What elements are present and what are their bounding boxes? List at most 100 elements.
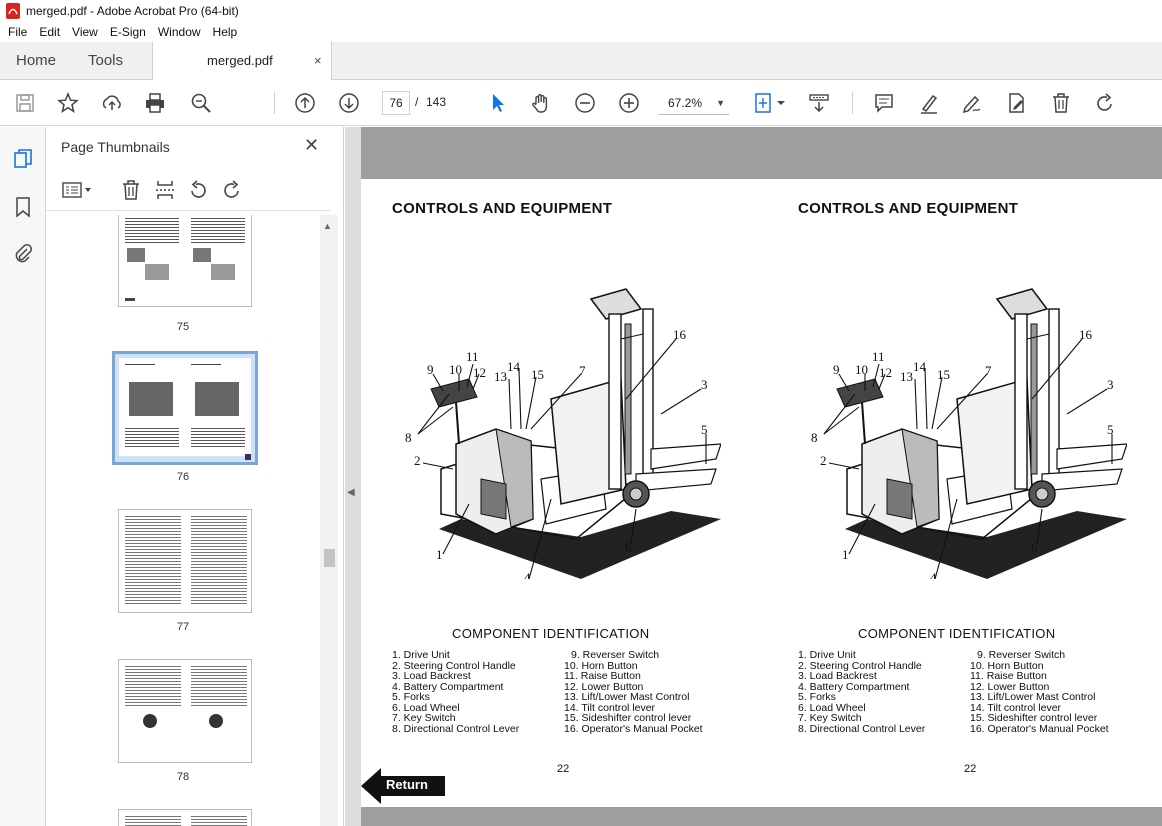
close-tab-icon[interactable]: × [314, 53, 322, 68]
tab-home[interactable]: Home [16, 42, 56, 80]
page-footer-number: 22 [557, 763, 570, 775]
print-icon[interactable] [143, 91, 167, 115]
callout-7: 7 [985, 363, 992, 378]
list-item: 9. Reverser Switch [571, 649, 660, 661]
list-item: 9. Reverser Switch [977, 649, 1066, 661]
callout-16: 16 [673, 327, 687, 342]
list-item: 3. Load Backrest [392, 670, 471, 682]
delete-page-icon[interactable] [118, 177, 144, 203]
list-item: 11. Raise Button [970, 670, 1047, 682]
attachment-icon[interactable] [11, 241, 35, 265]
callout-6: 6 [1031, 540, 1038, 555]
callout-16: 16 [1079, 327, 1093, 342]
list-item: 13. Lift/Lower Mast Control [970, 691, 1096, 703]
list-item: 15. Sideshifter control lever [970, 712, 1098, 724]
forklift-illustration: 1 2 3 4 5 6 7 8 9 10 11 12 13 14 15 16 [405, 288, 721, 579]
callout-8: 8 [405, 430, 412, 445]
callout-14: 14 [507, 359, 521, 374]
zoom-in-icon[interactable] [617, 91, 641, 115]
rotate-icon[interactable] [1093, 91, 1117, 115]
fit-page-icon[interactable] [752, 91, 788, 115]
page-thumbnails-icon[interactable] [11, 147, 35, 171]
menu-window[interactable]: Window [152, 25, 207, 39]
left-rail [0, 127, 46, 826]
component-list-left: 1. Drive Unit 2. Steering Control Handle… [798, 650, 925, 734]
document-area: ◀ CONTROLS AND EQUIPMENT 1 2 3 4 5 6 7 8… [345, 127, 1162, 826]
page-thumbnail[interactable] [118, 215, 252, 307]
select-cursor-icon[interactable] [486, 91, 510, 115]
page-down-icon[interactable] [337, 91, 361, 115]
hand-icon[interactable] [529, 91, 553, 115]
tab-bar: Home Tools merged.pdf × [0, 42, 1162, 81]
list-item: 5. Forks [798, 691, 836, 703]
page-heading: CONTROLS AND EQUIPMENT [798, 200, 1019, 217]
callout-5: 5 [1107, 422, 1114, 437]
scroll-up-icon[interactable]: ▲ [323, 221, 332, 231]
comment-icon[interactable] [872, 91, 896, 115]
callout-9: 9 [427, 362, 434, 377]
return-button[interactable]: Return [361, 768, 447, 804]
sign-icon[interactable] [960, 91, 984, 115]
highlight-icon[interactable] [917, 91, 941, 115]
callout-4: 4 [930, 570, 937, 579]
panel-toolbar [46, 169, 330, 211]
thumbnails-panel: Page Thumbnails ✕ 75 76 77 78 ▲ [46, 127, 344, 826]
zoom-value: 67.2% [668, 96, 703, 110]
menu-edit[interactable]: Edit [33, 25, 66, 39]
options-menu-icon[interactable] [60, 177, 96, 203]
callout-2: 2 [414, 453, 421, 468]
callout-1: 1 [842, 547, 849, 562]
thumbnail-scrollbar[interactable]: ▲ [320, 215, 338, 826]
upload-icon[interactable] [100, 91, 124, 115]
component-list-left: 1. Drive Unit 2. Steering Control Handle… [392, 650, 519, 734]
menu-file[interactable]: File [2, 25, 33, 39]
close-panel-icon[interactable]: ✕ [304, 135, 319, 156]
page-heading: CONTROLS AND EQUIPMENT [392, 200, 613, 217]
title-bar: merged.pdf - Adobe Acrobat Pro (64-bit) [0, 0, 1162, 22]
extract-page-icon[interactable] [152, 177, 178, 203]
bookmark-icon[interactable] [11, 195, 35, 219]
delete-icon[interactable] [1049, 91, 1073, 115]
menu-view[interactable]: View [66, 25, 104, 39]
callout-6: 6 [625, 540, 632, 555]
list-item: 15. Sideshifter control lever [564, 712, 692, 724]
page-thumbnail-selected[interactable] [112, 351, 258, 465]
main-toolbar: 76 / 143 67.2% ▼ [0, 80, 1162, 126]
pdf-page: CONTROLS AND EQUIPMENT 1 2 3 4 5 6 7 8 9… [361, 179, 1162, 807]
callout-15: 15 [937, 367, 950, 382]
forklift-illustration: 1 2 3 4 5 6 7 8 9 10 11 12 13 14 15 16 [811, 288, 1127, 579]
toolbar-divider [852, 92, 853, 114]
component-list-right: 9. Reverser Switch 10. Horn Button 11. R… [564, 650, 703, 734]
rotate-left-icon[interactable] [185, 177, 211, 203]
scroll-mode-icon[interactable] [807, 91, 831, 115]
scroll-thumb[interactable] [324, 549, 335, 567]
save-icon[interactable] [13, 91, 37, 115]
zoom-out-icon[interactable] [573, 91, 597, 115]
tab-document-label: merged.pdf [207, 53, 273, 68]
page-thumbnail[interactable] [118, 659, 252, 763]
page-thumbnail[interactable] [118, 509, 252, 613]
star-icon[interactable] [56, 91, 80, 115]
collapse-panel-icon[interactable]: ◀ [347, 487, 355, 498]
list-item: 1. Drive Unit [798, 649, 856, 661]
menu-help[interactable]: Help [207, 25, 244, 39]
page-thumbnail[interactable] [118, 809, 252, 826]
pdf-icon [6, 3, 20, 19]
callout-11: 11 [466, 349, 479, 364]
edit-pdf-icon[interactable] [1004, 91, 1028, 115]
zoom-search-icon[interactable] [189, 91, 213, 115]
callout-12: 12 [473, 365, 486, 380]
callout-10: 10 [855, 362, 868, 377]
component-list-right: 9. Reverser Switch 10. Horn Button 11. R… [970, 650, 1109, 734]
rotate-right-icon[interactable] [219, 177, 245, 203]
page-up-icon[interactable] [293, 91, 317, 115]
menu-esign[interactable]: E-Sign [104, 25, 152, 39]
list-item: 13. Lift/Lower Mast Control [564, 691, 690, 703]
page-number-input[interactable]: 76 [382, 91, 410, 115]
list-item: 16. Operator's Manual Pocket [564, 722, 703, 735]
toolbar-divider [274, 92, 275, 114]
page-footer-number: 22 [964, 763, 977, 775]
tab-tools[interactable]: Tools [88, 42, 123, 80]
tab-document[interactable]: merged.pdf × [152, 42, 332, 81]
zoom-select[interactable]: 67.2% ▼ [659, 91, 729, 115]
